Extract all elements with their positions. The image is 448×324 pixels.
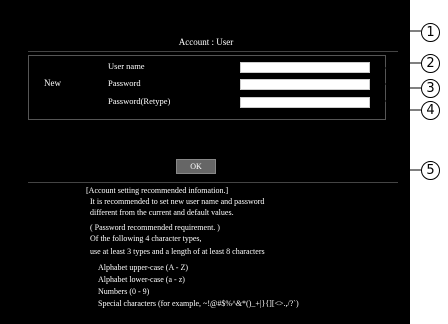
callout-4: 4 (421, 101, 440, 120)
account-content: Account : User New User name Password Pa… (14, 26, 398, 324)
username-input[interactable] (240, 62, 370, 73)
password-retype-input[interactable] (240, 97, 370, 108)
password-label: Password (108, 78, 141, 88)
callout-1: 1 (421, 23, 440, 42)
requirement-line: use at least 3 types and a length of at … (90, 247, 265, 256)
callout-5: 5 (421, 161, 440, 180)
char-type-item: Special characters (for example, ~!@#$%^… (98, 299, 299, 308)
top-bar (0, 0, 410, 26)
divider (28, 182, 398, 183)
divider (28, 51, 398, 52)
callout-2: 2 (421, 54, 440, 73)
requirement-line: Of the following 4 character types, (90, 234, 202, 243)
char-type-item: Alphabet upper-case (A - Z) (98, 263, 189, 272)
info-heading: [Account setting recommended infomation.… (86, 186, 229, 195)
password-input[interactable] (240, 79, 370, 90)
requirement-heading: ( Password recommended requirement. ) (90, 223, 220, 232)
ok-button[interactable]: OK (176, 159, 216, 174)
password-retype-label: Password(Retype) (108, 96, 171, 106)
char-type-item: Alphabet lower-case (a - z) (98, 275, 185, 284)
callout-3: 3 (421, 79, 440, 98)
username-label: User name (108, 61, 145, 71)
info-line: It is recommended to set new user name a… (90, 197, 265, 206)
info-line: different from the current and default v… (90, 208, 234, 217)
account-title: Account : User (178, 37, 234, 47)
char-type-item: Numbers (0 - 9) (98, 287, 150, 296)
new-section-label: New (44, 78, 61, 88)
